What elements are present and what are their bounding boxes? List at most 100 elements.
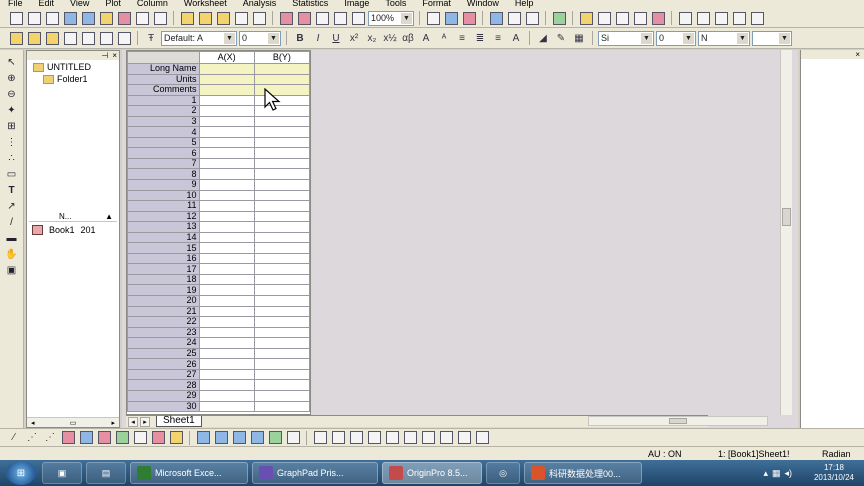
import-icon[interactable] — [278, 11, 294, 26]
label-cell[interactable] — [253, 73, 310, 86]
data-cell[interactable] — [253, 358, 310, 370]
layout-tool-7-icon[interactable] — [420, 430, 436, 445]
data-cell[interactable] — [253, 295, 310, 307]
data-cell[interactable] — [198, 221, 255, 233]
3d-scatter-icon[interactable] — [213, 430, 229, 445]
results-log-icon[interactable] — [506, 11, 522, 26]
font-color-icon[interactable]: A — [508, 31, 524, 46]
italic-icon[interactable]: I — [310, 31, 326, 46]
row-number[interactable]: 19 — [127, 284, 200, 297]
new-folder-icon[interactable] — [26, 11, 42, 26]
data-cell[interactable] — [198, 263, 255, 275]
data-cell[interactable] — [253, 316, 310, 328]
row-number[interactable]: 10 — [127, 189, 200, 202]
tree-root[interactable]: UNTITLED — [33, 61, 119, 73]
menu-file[interactable]: File — [0, 0, 31, 8]
data-cell[interactable] — [253, 379, 310, 391]
row-number[interactable]: 12 — [127, 210, 200, 223]
tab-sheet1[interactable]: Sheet1 — [156, 416, 202, 427]
data-cell[interactable] — [198, 200, 255, 212]
data-cell[interactable] — [198, 179, 255, 191]
data-cell[interactable] — [253, 337, 310, 349]
layout-tool-5-icon[interactable] — [384, 430, 400, 445]
data-cell[interactable] — [198, 368, 255, 381]
3d-plot-icon[interactable] — [168, 430, 184, 445]
layout-4-icon[interactable] — [731, 11, 747, 26]
label-cell[interactable] — [198, 63, 255, 75]
row-number[interactable]: 28 — [127, 379, 200, 391]
row-number[interactable]: 22 — [127, 316, 200, 328]
row-number[interactable]: 14 — [127, 231, 200, 244]
data-cell[interactable] — [198, 105, 255, 117]
label-row-long-name[interactable]: Long Name — [127, 63, 200, 75]
data-cell[interactable] — [198, 284, 255, 297]
screen-reader-icon[interactable]: ✦ — [5, 104, 19, 118]
row-number[interactable]: 4 — [127, 126, 200, 138]
align-left-icon[interactable]: ≡ — [454, 31, 470, 46]
bar-plot-icon[interactable] — [78, 430, 94, 445]
volume-icon[interactable]: ◂) — [784, 468, 792, 479]
recalculate-icon[interactable] — [314, 11, 330, 26]
row-number[interactable]: 11 — [127, 200, 200, 212]
batch-icon[interactable] — [350, 11, 366, 26]
data-cell[interactable] — [198, 189, 255, 202]
data-cell[interactable] — [253, 136, 310, 149]
import-multi-icon[interactable] — [26, 31, 42, 46]
save-icon[interactable] — [233, 11, 249, 26]
duplicate-icon[interactable] — [332, 11, 348, 26]
row-number[interactable]: 27 — [127, 368, 200, 381]
layout-2-icon[interactable] — [695, 11, 711, 26]
data-cell[interactable] — [198, 147, 255, 159]
label-cell[interactable] — [198, 84, 255, 96]
row-number[interactable]: 30 — [127, 400, 200, 413]
row-number[interactable]: 9 — [127, 179, 200, 191]
data-cell[interactable] — [253, 347, 310, 360]
column-header-a[interactable]: A(X) — [198, 51, 255, 64]
save-template-icon[interactable] — [251, 11, 267, 26]
pie-plot-icon[interactable] — [96, 430, 112, 445]
tab-prev-icon[interactable]: ◂ — [128, 416, 138, 427]
line-symbol-plot-icon[interactable]: ⋰ — [42, 430, 58, 445]
sup-sub-icon[interactable]: x½ — [382, 31, 398, 46]
data-cell[interactable] — [198, 168, 255, 180]
list-item[interactable]: Book1 201 — [32, 225, 96, 235]
layout-tool-2-icon[interactable] — [330, 430, 346, 445]
decrease-font-icon[interactable]: ᴬ — [436, 31, 452, 46]
menu-tools[interactable]: Tools — [377, 0, 414, 8]
task-excel[interactable]: Microsoft Exce... — [130, 462, 248, 484]
underline-icon[interactable]: U — [328, 31, 344, 46]
row-number[interactable]: 3 — [127, 115, 200, 128]
network-icon[interactable]: ▦ — [772, 468, 781, 479]
data-cell[interactable] — [198, 136, 255, 149]
data-cell[interactable] — [198, 389, 255, 402]
menu-column[interactable]: Column — [129, 0, 176, 8]
data-cell[interactable] — [253, 326, 310, 339]
line-color-icon[interactable]: ✎ — [553, 31, 569, 46]
menu-help[interactable]: Help — [507, 0, 542, 8]
row-number[interactable]: 20 — [127, 295, 200, 307]
message-log-icon[interactable] — [614, 11, 630, 26]
data-cell[interactable] — [198, 337, 255, 349]
project-explorer-icon[interactable] — [488, 11, 504, 26]
data-cell[interactable] — [253, 221, 310, 233]
data-cell[interactable] — [253, 168, 310, 180]
pinned-app-icon[interactable]: ◎ — [486, 462, 520, 484]
layout-tool-3-icon[interactable] — [348, 430, 364, 445]
polar-plot-icon[interactable] — [132, 430, 148, 445]
layout-tool-8-icon[interactable] — [438, 430, 454, 445]
menu-window[interactable]: Window — [459, 0, 507, 8]
import-excel-icon[interactable] — [44, 31, 60, 46]
3d-surface-icon[interactable] — [195, 430, 211, 445]
data-cell[interactable] — [253, 231, 310, 244]
import-ascii-icon[interactable] — [8, 31, 24, 46]
data-cell[interactable] — [198, 316, 255, 328]
data-cell[interactable] — [198, 115, 255, 128]
data-cell[interactable] — [253, 210, 310, 223]
import-image-icon[interactable] — [98, 31, 114, 46]
layout-tool-6-icon[interactable] — [402, 430, 418, 445]
line-plot-icon[interactable]: ⁄ — [6, 430, 22, 445]
greek-icon[interactable]: αβ — [400, 31, 416, 46]
row-number[interactable]: 24 — [127, 337, 200, 349]
menu-statistics[interactable]: Statistics — [284, 0, 336, 8]
script-window-icon[interactable] — [596, 11, 612, 26]
